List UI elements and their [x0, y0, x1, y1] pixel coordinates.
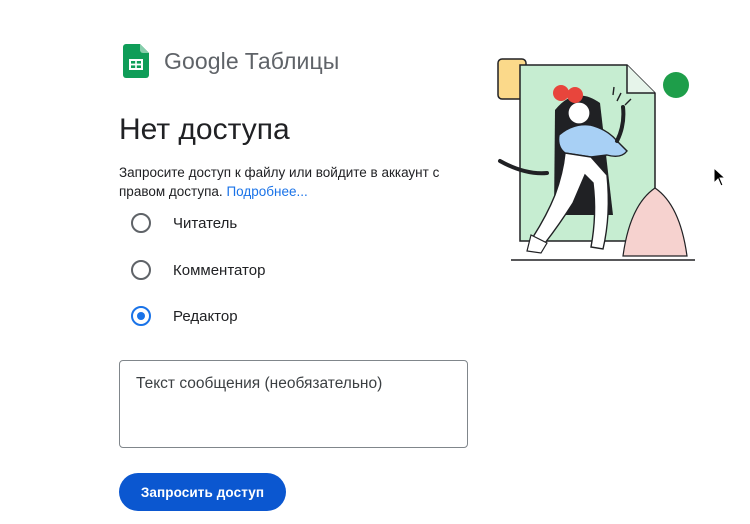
- role-option-viewer[interactable]: Читатель: [131, 212, 237, 234]
- radio-button[interactable]: [131, 260, 151, 280]
- role-option-commenter[interactable]: Комментатор: [131, 259, 265, 281]
- brand-product-name: Таблицы: [244, 48, 340, 74]
- radio-button-selected[interactable]: [131, 306, 151, 326]
- learn-more-link[interactable]: Подробнее...: [226, 184, 307, 199]
- access-illustration: [497, 58, 695, 261]
- role-option-editor[interactable]: Редактор: [131, 305, 238, 327]
- google-sheets-icon: [123, 44, 149, 78]
- page-title: Нет доступа: [119, 113, 290, 146]
- access-description: Запросите доступ к файлу или войдите в а…: [119, 163, 464, 201]
- role-label: Читатель: [173, 214, 238, 232]
- role-label: Редактор: [173, 307, 238, 325]
- role-label: Комментатор: [173, 261, 266, 279]
- brand-wordmark: Google Таблицы: [164, 44, 339, 78]
- radio-button[interactable]: [131, 213, 151, 233]
- mouse-cursor-icon: [713, 167, 727, 187]
- brand-google-text: Google: [164, 48, 239, 74]
- request-access-button[interactable]: Запросить доступ: [119, 473, 286, 511]
- message-textarea[interactable]: [119, 360, 468, 448]
- radio-selected-dot: [137, 312, 145, 320]
- product-brand: Google Таблицы: [123, 44, 339, 78]
